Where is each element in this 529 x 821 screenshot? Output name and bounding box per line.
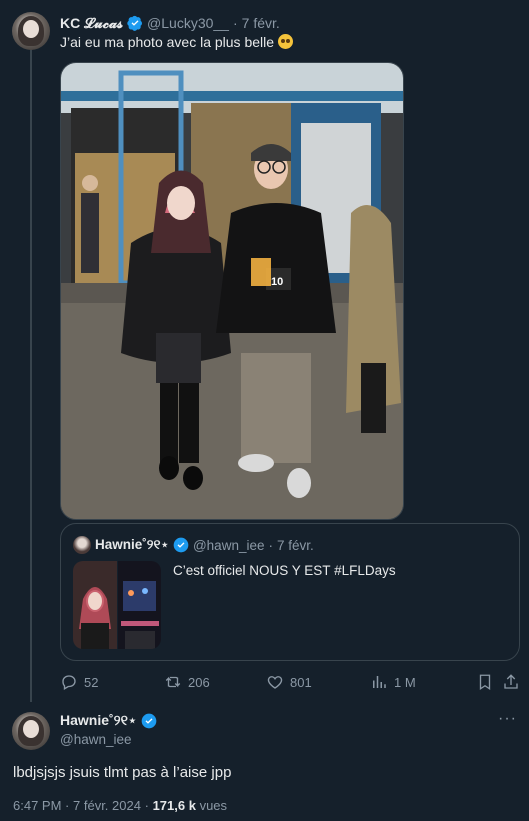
separator-dot: ·: [232, 15, 238, 31]
views-label: vues: [199, 798, 228, 813]
handle[interactable]: @hawn_iee: [60, 732, 132, 747]
retweet-icon: [165, 676, 181, 688]
heart-icon: [267, 676, 283, 689]
quoted-media-illustration: [73, 561, 161, 649]
more-options-icon[interactable]: ···: [498, 710, 517, 728]
reply-icon: [62, 675, 76, 690]
retweet-button[interactable]: 206: [164, 671, 210, 693]
tweet-text-content: J’ai eu ma photo avec la plus belle: [60, 34, 275, 50]
display-name[interactable]: KC 𝓛𝓾𝓬𝓪𝓼: [60, 15, 123, 32]
quoted-tweet[interactable]: Hawnie˚୨୧⋆ @hawn_iee · 7 févr. C’est off…: [60, 523, 520, 661]
view-count: 1 M: [394, 674, 416, 690]
separator-dot: ·: [268, 537, 273, 553]
action-bar: 52 206 801 1 M: [60, 671, 520, 693]
display-name[interactable]: Hawnie˚୨୧⋆: [60, 712, 137, 729]
reply-author: Hawnie˚୨୧⋆: [60, 712, 157, 729]
tweet-time[interactable]: 6:47 PM: [13, 798, 61, 813]
tweet-original[interactable]: KC 𝓛𝓾𝓬𝓪𝓼 @Lucky30__ · 7 févr. J’ai eu ma…: [0, 0, 529, 702]
quoted-handle: @hawn_iee: [192, 537, 265, 553]
tweet-photo[interactable]: 10: [60, 62, 404, 520]
views-button[interactable]: 1 M: [370, 671, 416, 693]
like-button[interactable]: 801: [266, 671, 312, 693]
views-chart-icon: [373, 676, 386, 688]
avatar-face: [23, 720, 39, 738]
svg-text:10: 10: [271, 276, 283, 288]
reply-button[interactable]: 52: [60, 671, 98, 693]
quoted-display-name: Hawnie˚୨୧⋆: [95, 537, 169, 552]
tweet-header: KC 𝓛𝓾𝓬𝓪𝓼 @Lucky30__ · 7 févr.: [60, 14, 280, 32]
separator-dot: ·: [65, 798, 70, 813]
verified-badge-icon: [173, 537, 189, 553]
quoted-date: 7 févr.: [276, 537, 314, 553]
quoted-header: Hawnie˚୨୧⋆ @hawn_iee · 7 févr.: [95, 536, 314, 554]
tweet-date[interactable]: 7 févr.: [242, 15, 280, 31]
verified-badge-icon: [127, 15, 143, 31]
avatar[interactable]: [12, 12, 50, 50]
tweet-text: lbdjsjsjs jsuis tlmt pas à l’aise jpp: [13, 764, 232, 781]
view-count: 171,6 k: [152, 798, 196, 813]
retweet-count: 206: [188, 674, 210, 690]
tweet-full-date[interactable]: 7 févr. 2024: [73, 798, 141, 813]
tweet-reply-detail[interactable]: Hawnie˚୨୧⋆ @hawn_iee ··· lbdjsjsjs jsuis…: [0, 702, 529, 821]
tweet-meta: 6:47 PM · 7 févr. 2024 · 171,6 k vues: [13, 798, 227, 813]
tweet-text: J’ai eu ma photo avec la plus belle: [60, 34, 293, 50]
verified-badge-icon: [141, 713, 157, 728]
photo-illustration: 10: [61, 63, 403, 519]
bookmark-button[interactable]: [476, 671, 494, 693]
share-button[interactable]: [502, 671, 520, 693]
handle[interactable]: @Lucky30__: [147, 15, 229, 31]
quoted-text: C’est officiel NOUS Y EST #LFLDays: [173, 563, 396, 578]
pleading-face-icon: [277, 34, 293, 49]
quoted-avatar[interactable]: [73, 536, 91, 554]
separator-dot: ·: [144, 798, 149, 813]
like-count: 801: [290, 674, 312, 690]
avatar[interactable]: [12, 712, 50, 750]
thread-line: [30, 50, 32, 702]
reply-count: 52: [84, 674, 99, 690]
share-icon: [504, 674, 518, 689]
bookmark-icon: [479, 674, 491, 691]
quoted-media-thumbnail[interactable]: [73, 561, 161, 649]
avatar-face: [23, 20, 39, 38]
